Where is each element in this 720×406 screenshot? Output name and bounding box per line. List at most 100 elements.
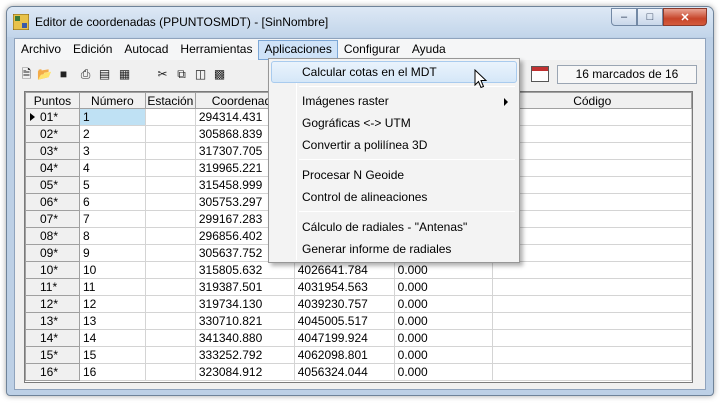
table-row[interactable]: 16* 16 323084.912 4056324.044 0.000 bbox=[25, 363, 692, 381]
cell-codigo[interactable] bbox=[492, 278, 692, 296]
cell-coord-y[interactable]: 4047199.924 bbox=[293, 329, 395, 347]
cell-numero[interactable]: 11 bbox=[78, 278, 146, 296]
cell-numero[interactable]: 14 bbox=[78, 329, 146, 347]
cell-estacion[interactable] bbox=[144, 176, 196, 194]
cell-estacion[interactable] bbox=[144, 312, 196, 330]
menu-herramientas[interactable]: Herramientas bbox=[174, 40, 258, 60]
table-row[interactable]: 11* 11 319387.501 4031954.563 0.000 bbox=[25, 278, 692, 296]
cell-codigo[interactable] bbox=[492, 295, 692, 313]
cell-coord-z[interactable]: 0.000 bbox=[393, 278, 494, 296]
menu-edicion[interactable]: Edición bbox=[67, 40, 118, 60]
cell-coord-x[interactable]: 323084.912 bbox=[194, 363, 295, 381]
cell-numero[interactable]: 1 bbox=[78, 108, 146, 126]
cell-numero[interactable]: 3 bbox=[78, 142, 146, 160]
cell-codigo[interactable] bbox=[492, 227, 692, 245]
cell-codigo[interactable] bbox=[492, 159, 692, 177]
export-icon[interactable]: ▤ bbox=[97, 67, 112, 82]
window-list-icon[interactable] bbox=[531, 66, 549, 82]
cell-numero[interactable]: 4 bbox=[78, 159, 146, 177]
menu-aplicaciones[interactable]: Aplicaciones bbox=[258, 40, 338, 60]
cell-codigo[interactable] bbox=[492, 193, 692, 211]
cell-estacion[interactable] bbox=[144, 363, 196, 381]
cell-numero[interactable]: 8 bbox=[78, 227, 146, 245]
cell-codigo[interactable] bbox=[492, 176, 692, 194]
paste-icon[interactable]: ◫ bbox=[193, 67, 208, 82]
cell-numero[interactable]: 12 bbox=[78, 295, 146, 313]
cell-coord-x[interactable]: 330710.821 bbox=[194, 312, 295, 330]
cell-estacion[interactable] bbox=[144, 244, 196, 262]
cell-numero[interactable]: 10 bbox=[78, 261, 146, 279]
row-header[interactable]: 16* bbox=[25, 363, 80, 381]
menu-item-convertir-polilinea[interactable]: Convertir a polilínea 3D bbox=[271, 134, 517, 156]
menu-item-calculo-radiales[interactable]: Cálculo de radiales - "Antenas" bbox=[271, 216, 517, 238]
menu-ayuda[interactable]: Ayuda bbox=[406, 40, 452, 60]
row-header[interactable]: 11* bbox=[25, 278, 80, 296]
row-header[interactable]: 06* bbox=[25, 193, 80, 211]
cell-estacion[interactable] bbox=[144, 142, 196, 160]
cell-coord-x[interactable]: 333252.792 bbox=[194, 346, 295, 364]
cell-coord-z[interactable]: 0.000 bbox=[393, 346, 494, 364]
table-row[interactable]: 14* 14 341340.880 4047199.924 0.000 bbox=[25, 329, 692, 347]
cell-numero[interactable]: 5 bbox=[78, 176, 146, 194]
cell-coord-z[interactable]: 0.000 bbox=[393, 363, 494, 381]
cell-estacion[interactable] bbox=[144, 346, 196, 364]
cell-coord-z[interactable]: 0.000 bbox=[393, 261, 494, 279]
cell-coord-z[interactable]: 0.000 bbox=[393, 312, 494, 330]
column-header[interactable]: Código bbox=[492, 92, 692, 109]
menu-autocad[interactable]: Autocad bbox=[118, 40, 174, 60]
cell-numero[interactable]: 2 bbox=[78, 125, 146, 143]
cell-numero[interactable]: 7 bbox=[78, 210, 146, 228]
cell-coord-y[interactable]: 4056324.044 bbox=[293, 363, 395, 381]
table-row[interactable]: 13* 13 330710.821 4045005.517 0.000 bbox=[25, 312, 692, 330]
row-header[interactable]: 08* bbox=[25, 227, 80, 245]
minimize-button[interactable]: – bbox=[611, 8, 637, 26]
cell-codigo[interactable] bbox=[492, 142, 692, 160]
paste-special-icon[interactable]: ▩ bbox=[212, 67, 227, 82]
cell-numero[interactable]: 13 bbox=[78, 312, 146, 330]
cell-coord-z[interactable]: 0.000 bbox=[393, 329, 494, 347]
row-header[interactable]: 10* bbox=[25, 261, 80, 279]
menu-configurar[interactable]: Configurar bbox=[338, 40, 406, 60]
maximize-button[interactable]: □ bbox=[637, 8, 663, 26]
cell-coord-y[interactable]: 4026641.784 bbox=[293, 261, 395, 279]
row-header[interactable]: 15* bbox=[25, 346, 80, 364]
save-icon[interactable]: ■ bbox=[56, 67, 71, 82]
table-row[interactable]: 10* 10 315805.632 4026641.784 0.000 bbox=[25, 261, 692, 279]
cell-coord-y[interactable]: 4062098.801 bbox=[293, 346, 395, 364]
cell-codigo[interactable] bbox=[492, 244, 692, 262]
cell-estacion[interactable] bbox=[144, 329, 196, 347]
menu-item-informe-radiales[interactable]: Generar informe de radiales bbox=[271, 238, 517, 260]
cell-estacion[interactable] bbox=[144, 261, 196, 279]
cell-coord-x[interactable]: 319387.501 bbox=[194, 278, 295, 296]
menu-archivo[interactable]: Archivo bbox=[15, 40, 67, 60]
cell-coord-y[interactable]: 4039230.757 bbox=[293, 295, 395, 313]
close-button[interactable]: ✕ bbox=[663, 8, 707, 26]
table-row[interactable]: 15* 15 333252.792 4062098.801 0.000 bbox=[25, 346, 692, 364]
row-header[interactable]: 05* bbox=[25, 176, 80, 194]
cell-numero[interactable]: 15 bbox=[78, 346, 146, 364]
cell-estacion[interactable] bbox=[144, 159, 196, 177]
cell-numero[interactable]: 9 bbox=[78, 244, 146, 262]
row-header[interactable]: 07* bbox=[25, 210, 80, 228]
menu-item-imagenes-raster[interactable]: Imágenes raster bbox=[271, 90, 517, 112]
cut-icon[interactable]: ✂ bbox=[155, 67, 170, 82]
row-header[interactable]: 04* bbox=[25, 159, 80, 177]
cell-codigo[interactable] bbox=[492, 346, 692, 364]
cell-estacion[interactable] bbox=[144, 278, 196, 296]
row-header[interactable]: 02* bbox=[25, 125, 80, 143]
row-header[interactable]: 13* bbox=[25, 312, 80, 330]
menu-item-control-alineaciones[interactable]: Control de alineaciones bbox=[271, 186, 517, 208]
new-file-icon[interactable]: 🗎 bbox=[19, 67, 34, 82]
print-icon[interactable]: ⎙ bbox=[78, 67, 93, 82]
cell-estacion[interactable] bbox=[144, 227, 196, 245]
cell-estacion[interactable] bbox=[144, 108, 196, 126]
cell-codigo[interactable] bbox=[492, 108, 692, 126]
cell-codigo[interactable] bbox=[492, 261, 692, 279]
cell-estacion[interactable] bbox=[144, 295, 196, 313]
cell-coord-y[interactable]: 4031954.563 bbox=[293, 278, 395, 296]
cell-numero[interactable]: 16 bbox=[78, 363, 146, 381]
cell-estacion[interactable] bbox=[144, 210, 196, 228]
cell-codigo[interactable] bbox=[492, 125, 692, 143]
row-header[interactable]: 14* bbox=[25, 329, 80, 347]
cell-codigo[interactable] bbox=[492, 210, 692, 228]
